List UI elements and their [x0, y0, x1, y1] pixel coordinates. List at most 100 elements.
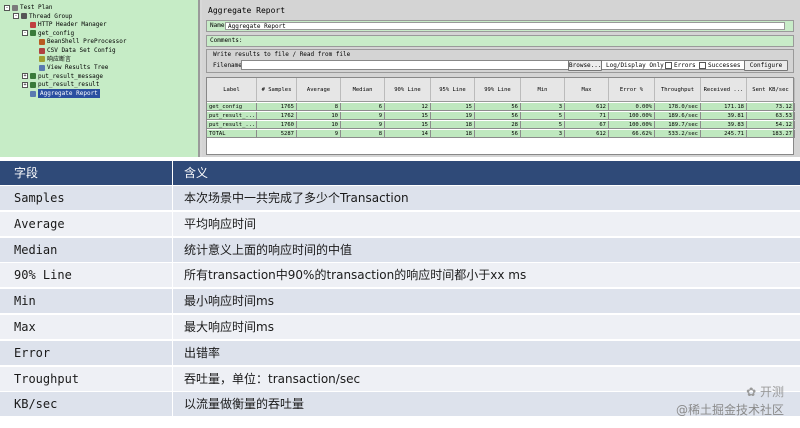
- expand-icon[interactable]: +: [22, 81, 28, 88]
- field-meaning: 统计意义上面的响应时间的中值: [184, 242, 353, 257]
- table-header: Label # Samples Average Median 90% Line 95% L…: [207, 78, 795, 102]
- table-cell: 28: [475, 121, 521, 129]
- results-tree-icon: [39, 64, 45, 71]
- expand-icon[interactable]: +: [22, 73, 28, 80]
- wechat-icon: ✿: [746, 385, 760, 399]
- table-cell: 15: [385, 121, 431, 129]
- column-separator: [172, 263, 173, 288]
- watermark: ✿ 开测 @稀土掘金技术社区: [675, 385, 784, 418]
- table-row[interactable]: put_result_... 1762 10 9 15 19 56 5 71 100.00% 189…: [207, 112, 795, 120]
- column-header[interactable]: 95% Line: [431, 78, 475, 102]
- successes-checkbox[interactable]: [699, 62, 706, 69]
- comments-label: Comments:: [210, 37, 243, 44]
- field-meaning: 最大响应时间ms: [184, 320, 274, 334]
- table-cell: 1765: [257, 103, 297, 111]
- column-separator: [172, 186, 173, 210]
- column-separator: [172, 161, 173, 185]
- jmeter-screenshot: - Test Plan - Thread Group HTTP Header Manag…: [0, 0, 800, 157]
- table-cell: 18: [431, 130, 475, 138]
- table-cell: 12: [385, 103, 431, 111]
- column-header[interactable]: Label: [207, 78, 257, 102]
- errors-checkbox[interactable]: [665, 62, 672, 69]
- definition-row: Average 平均响应时间: [0, 210, 800, 236]
- header-meaning: 含义: [184, 166, 209, 180]
- field-meaning: 以流量做衡量的吞吐量: [184, 397, 305, 412]
- table-cell: 6: [341, 103, 385, 111]
- table-cell: TOTAL: [207, 130, 257, 138]
- table-cell: 612: [565, 130, 609, 138]
- successes-label: Successes: [708, 62, 741, 69]
- column-separator: [172, 211, 173, 236]
- definition-row: Error 出错率: [0, 339, 800, 365]
- table-cell: 183.27: [747, 130, 795, 138]
- table-row[interactable]: put_result_... 1760 10 9 15 18 28 5 67 100.00% 189…: [207, 121, 795, 129]
- column-header[interactable]: Min: [521, 78, 565, 102]
- table-cell: 63.53: [747, 112, 795, 120]
- table-cell: 19: [431, 112, 475, 120]
- definition-row: Samples 本次场景中一共完成了多少个Transaction: [0, 185, 800, 210]
- configure-button[interactable]: Configure: [744, 60, 788, 71]
- field-name: Max: [14, 320, 36, 334]
- table-cell: 73.12: [747, 103, 795, 111]
- comments-row: Comments:: [206, 35, 794, 47]
- definition-row: Troughput 吞吐量，单位：transaction/sec: [0, 365, 800, 391]
- field-meaning: 出错率: [184, 345, 221, 360]
- column-separator: [172, 289, 173, 314]
- table-cell: 8: [297, 103, 341, 111]
- header-manager-icon: [30, 21, 36, 28]
- table-cell: 56: [475, 130, 521, 138]
- table-cell: 56: [475, 103, 521, 111]
- definition-row: Median 统计意义上面的响应时间的中值: [0, 236, 800, 262]
- definition-header: 字段 含义: [0, 161, 800, 185]
- write-results-title: Write results to file / Read from file: [213, 51, 351, 58]
- table-cell: 71: [565, 112, 609, 120]
- column-header[interactable]: Error %: [609, 78, 655, 102]
- column-header[interactable]: # Samples: [257, 78, 297, 102]
- table-cell: 39.81: [701, 112, 747, 120]
- header-field: 字段: [14, 166, 39, 180]
- watermark-site: @稀土掘金技术社区: [675, 403, 784, 417]
- watermark-brand-text: 开测: [759, 385, 784, 399]
- field-meaning: 平均响应时间: [184, 216, 257, 231]
- table-cell: 100.00%: [609, 112, 655, 120]
- table-cell: 533.2/sec: [655, 130, 701, 138]
- column-header[interactable]: 90% Line: [385, 78, 431, 102]
- sampler-icon: [30, 81, 36, 88]
- sampler-icon: [30, 73, 36, 80]
- tree-item[interactable]: Aggregate Report: [22, 89, 100, 98]
- column-header[interactable]: Sent KB/sec: [747, 78, 795, 102]
- table-cell: 9: [341, 112, 385, 120]
- column-header[interactable]: Received ...: [701, 78, 747, 102]
- name-row: Name: Aggregate Report: [206, 20, 794, 32]
- table-cell: 67: [565, 121, 609, 129]
- aggregate-report-panel: Aggregate Report Name: Aggregate Report …: [202, 0, 800, 157]
- sampler-icon: [30, 30, 36, 37]
- table-cell: put_result_...: [209, 112, 257, 120]
- column-header[interactable]: Max: [565, 78, 609, 102]
- field-meaning: 吞吐量，单位：transaction/sec: [184, 371, 361, 386]
- name-input[interactable]: Aggregate Report: [225, 22, 785, 30]
- column-header[interactable]: Average: [297, 78, 341, 102]
- test-plan-icon: [12, 4, 18, 11]
- table-cell: 245.71: [701, 130, 747, 138]
- table-cell: 15: [431, 103, 475, 111]
- table-row[interactable]: TOTAL 5287 9 8 14 18 56 3 612 66.62% 533.2/sec 245.…: [207, 130, 795, 138]
- table-cell: 3: [521, 103, 565, 111]
- column-header[interactable]: 99% Line: [475, 78, 521, 102]
- collapse-icon[interactable]: -: [4, 4, 10, 11]
- browse-button[interactable]: Browse...: [568, 60, 602, 71]
- panel-title: Aggregate Report: [208, 6, 286, 15]
- field-meaning: 本次场景中一共完成了多少个Transaction: [184, 191, 409, 205]
- table-cell: 9: [297, 130, 341, 138]
- column-separator: [172, 366, 173, 391]
- column-header[interactable]: Throughput: [655, 78, 701, 102]
- column-separator: [172, 315, 173, 339]
- table-cell: 10: [297, 121, 341, 129]
- table-cell: 5287: [257, 130, 297, 138]
- column-header[interactable]: Median: [341, 78, 385, 102]
- table-row[interactable]: get_config 1765 8 6 12 15 56 3 612 0.00% 178.0/sec…: [207, 103, 795, 111]
- collapse-icon[interactable]: -: [13, 13, 19, 20]
- field-name: Average: [14, 216, 65, 231]
- collapse-icon[interactable]: -: [22, 30, 28, 37]
- thread-group-icon: [21, 13, 27, 20]
